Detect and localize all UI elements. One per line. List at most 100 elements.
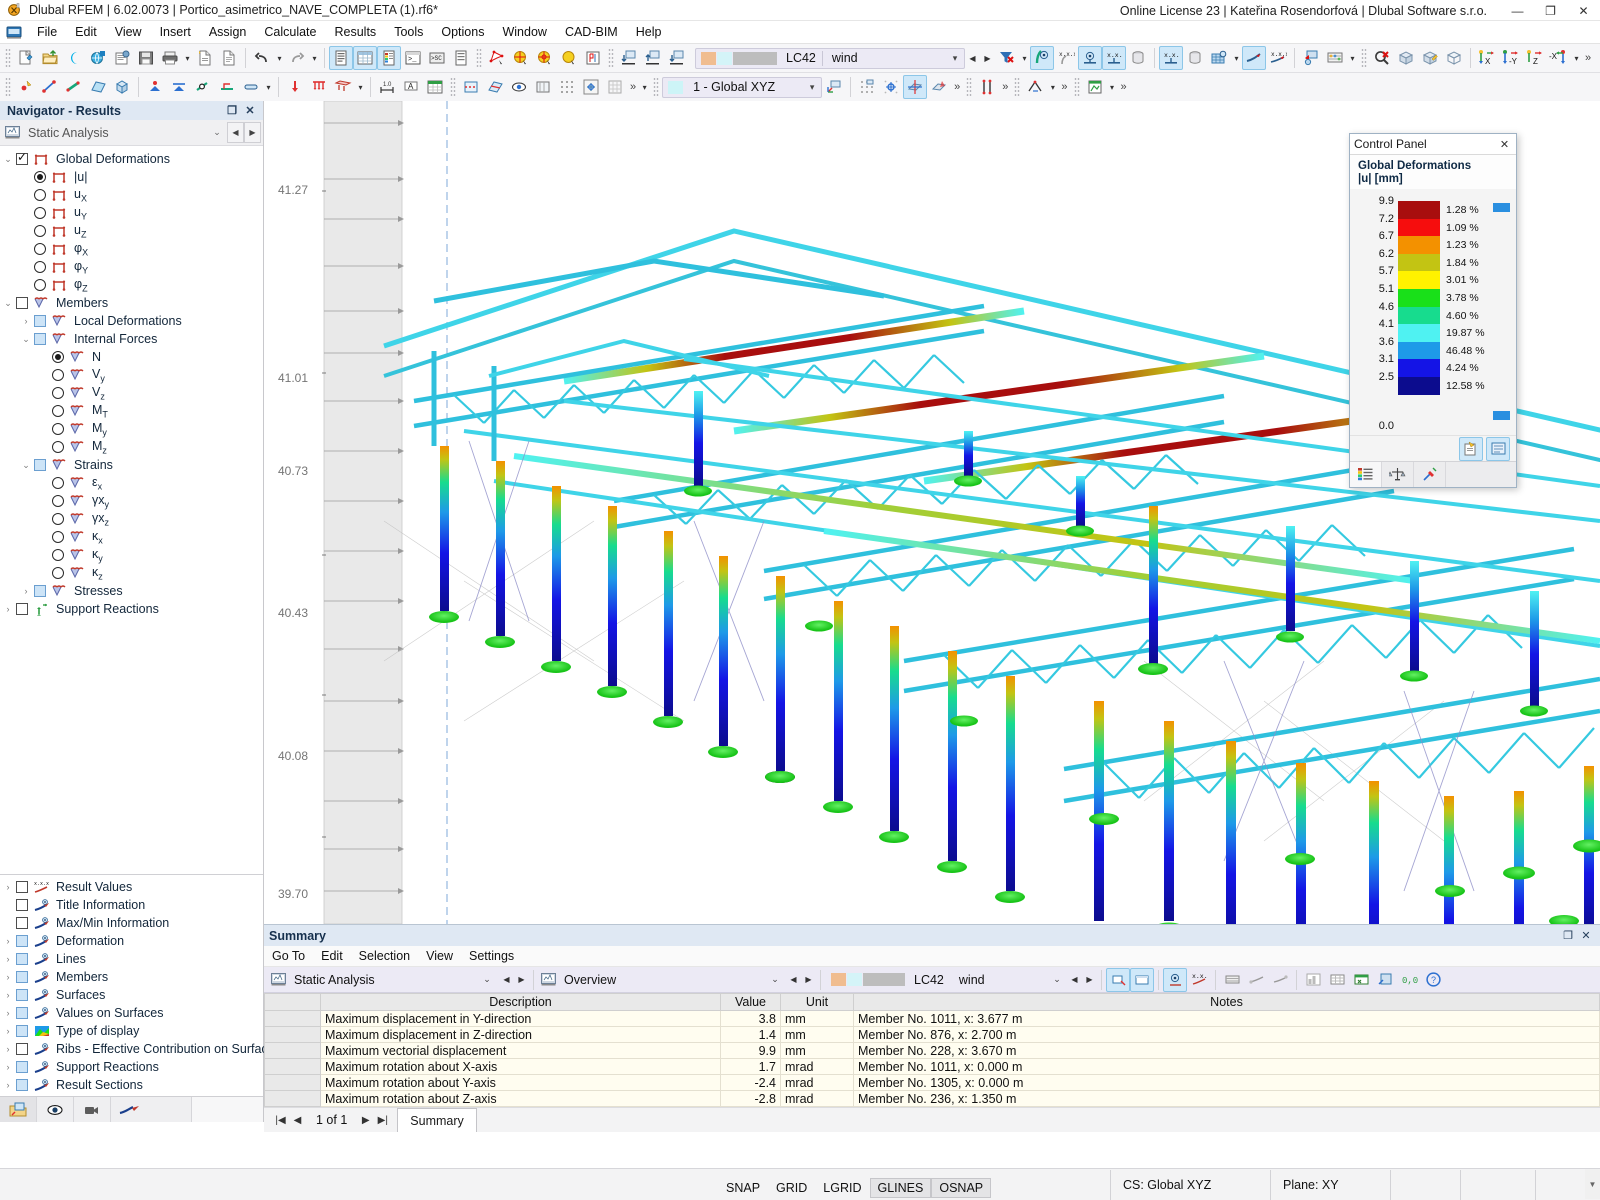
report-list-icon[interactable] [449,46,473,70]
clipping-plane-icon[interactable] [483,75,507,99]
cell-row-number[interactable] [264,1090,321,1107]
toolbar-overflow-chevron[interactable]: » [999,81,1011,93]
numeric-result-values-icon[interactable]: x.x.x [1102,46,1126,70]
column-header-value[interactable]: Value [720,993,781,1011]
prev-page-button[interactable]: ◀ [289,1115,306,1126]
cell-description[interactable]: Maximum rotation about Z-axis [320,1090,721,1107]
legend-settings-icon[interactable] [1459,436,1483,461]
report-dropdown-caret[interactable]: ▾ [1107,75,1118,99]
chevron-right-icon[interactable]: › [0,1080,16,1090]
column-header-notes[interactable]: Notes [853,993,1600,1011]
tree-checkbox[interactable] [16,899,28,911]
cell-notes[interactable]: Member No. 1011, x: 0.000 m [853,1058,1600,1075]
legend-color-band[interactable] [1398,324,1440,342]
select-objects-icon[interactable] [485,46,509,70]
load-case-prev-button[interactable]: ◀ [965,48,980,69]
tree-checkbox[interactable] [16,297,28,309]
analysis-prev-button[interactable]: ◀ [227,122,244,143]
table-row[interactable]: Maximum rotation about X-axis 1.7 mrad Memb… [264,1058,1600,1075]
tree-item[interactable]: Title Information [0,896,263,914]
tree-item[interactable]: uX [0,186,263,204]
legend-color-band[interactable] [1398,201,1440,219]
tree-item[interactable]: ⌄ Members [0,294,263,312]
legend-color-band[interactable] [1398,341,1440,360]
tree-item[interactable]: Vz [0,384,263,402]
legend-color-band[interactable] [1398,288,1440,307]
result-section-icon[interactable] [459,75,483,99]
toolbar-overflow-chevron[interactable]: » [1582,52,1594,64]
cell-row-number[interactable] [264,1042,321,1059]
cell-description[interactable]: Maximum rotation about Y-axis [320,1074,721,1091]
result-diagram-3d-icon[interactable] [1126,46,1150,70]
table-row[interactable]: Maximum displacement in Y-direction 3.8 mm… [264,1010,1600,1027]
tree-item[interactable]: Mz [0,438,263,456]
summary-view-combo[interactable]: Overview ⌄ [538,969,786,990]
result-values-xxx-icon[interactable]: x.x.x [1054,46,1078,70]
webservice-icon[interactable] [86,46,110,70]
text-annotation-icon[interactable]: A [399,75,423,99]
toolbar-grip[interactable] [1014,77,1021,97]
toolbar-grip[interactable] [1361,48,1367,68]
select-by-number-icon[interactable] [581,46,605,70]
abacus-icon[interactable] [1323,46,1347,70]
toolbar-overflow-chevron[interactable]: » [1058,81,1070,93]
tree-radio-button[interactable] [34,279,46,291]
legend-color-band[interactable] [1398,359,1440,377]
spreadsheet-icon[interactable] [423,75,447,99]
import-layer-icon[interactable] [617,46,641,70]
tree-checkbox[interactable] [16,917,28,929]
menu-item-options[interactable]: Options [432,23,493,41]
tree-item[interactable]: γxz [0,510,263,528]
menu-item-tools[interactable]: Tools [385,23,432,41]
abacus-dropdown-caret[interactable]: ▾ [1347,46,1358,70]
tree-radio-button[interactable] [34,171,46,183]
tree-radio-button[interactable] [52,441,64,453]
snap-button[interactable]: SNAP [718,1178,768,1198]
cell-unit[interactable]: mrad [780,1058,854,1075]
tree-item[interactable]: uZ [0,222,263,240]
tree-checkbox[interactable] [16,881,28,893]
new-solid-icon[interactable] [110,75,134,99]
analysis-next-button[interactable]: ▶ [244,122,261,143]
chevron-right-icon[interactable]: › [0,1044,16,1054]
tree-radio-button[interactable] [52,369,64,381]
tree-radio-button[interactable] [52,351,64,363]
tree-item[interactable]: N [0,348,263,366]
chevron-down-icon[interactable]: ▾ [946,53,964,64]
tree-item[interactable]: Vy [0,366,263,384]
chevron-down-icon[interactable]: ⌄ [0,154,16,165]
chevron-right-icon[interactable]: › [18,316,34,326]
tree-checkbox[interactable] [16,1007,28,1019]
menu-item-results[interactable]: Results [326,23,386,41]
load-dropdown-caret[interactable]: ▾ [355,75,366,99]
control-panel-close-icon[interactable]: ✕ [1497,138,1512,151]
chevron-down-icon[interactable]: ⌄ [207,127,227,138]
tree-item[interactable]: › Support Reactions [0,1058,263,1076]
cell-row-number[interactable] [264,1010,321,1027]
tree-checkbox[interactable] [34,315,46,327]
tab-color-scale[interactable] [1350,462,1382,487]
glines-button[interactable]: GLINES [869,1178,932,1198]
filter-dropdown-caret[interactable]: ▾ [1019,46,1030,70]
summary-menu-settings[interactable]: Settings [461,948,522,964]
toolbar-grip[interactable] [5,77,11,97]
status-plane[interactable]: Plane: XY [1270,1170,1390,1200]
tree-radio-button[interactable] [52,531,64,543]
angle-measure-icon[interactable] [1023,75,1047,99]
color-legend-scale[interactable]: 9.9 1.28 % 7.2 1.09 % 6.7 1.23 % 6.2 1.84 % 5.7 3… [1350,195,1516,432]
toolbar-grip[interactable] [5,48,11,68]
tree-item[interactable]: γxy [0,492,263,510]
navigator-close-icon[interactable]: ✕ [241,104,259,117]
export-excel-icon[interactable] [1349,968,1373,992]
undo-icon[interactable] [250,46,274,70]
toolbar-grip[interactable] [476,48,482,68]
maximize-button[interactable]: ❐ [1534,0,1567,21]
tree-checkbox[interactable] [16,1043,28,1055]
tree-radio-button[interactable] [52,423,64,435]
toolbar-grip[interactable] [608,48,614,68]
cell-unit[interactable]: mm [780,1042,854,1059]
chevron-down-icon[interactable]: ⌄ [18,334,34,345]
tree-item[interactable]: ⌄ Internal Forces [0,330,263,348]
menu-item-cad-bim[interactable]: CAD-BIM [556,23,627,41]
tree-checkbox[interactable] [16,603,28,615]
